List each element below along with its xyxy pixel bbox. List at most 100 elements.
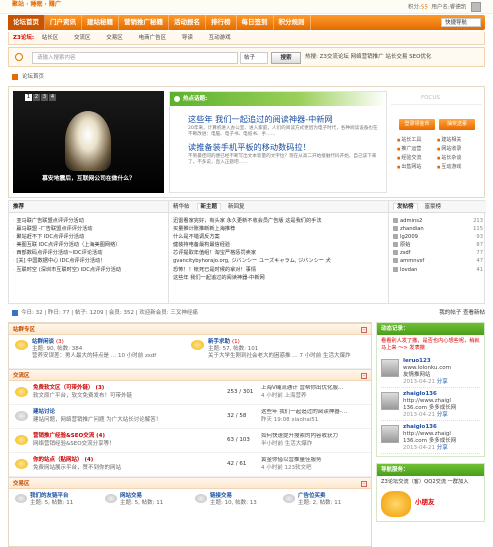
feed-user[interactable]: Ieruo123 <box>403 358 431 365</box>
post-item[interactable]: 什么是不错调反方案 <box>173 233 388 241</box>
subnav-item[interactable]: 导读 <box>182 35 193 41</box>
feed-tag[interactable]: 分享 <box>437 412 448 418</box>
collapse-icon[interactable]: − <box>361 481 367 487</box>
feed-entry[interactable]: Ieruo123 www.lolonku.com 友情推网站 2013-04-2… <box>381 357 480 388</box>
avatar[interactable] <box>381 359 399 377</box>
login-coins-button[interactable]: 登录领金币 <box>399 119 435 130</box>
nav-item-signin[interactable]: 每日签到 <box>237 15 274 30</box>
last-post-title[interactable]: 这些年 我们一起追过的阅读神器-… <box>261 409 371 416</box>
search-input[interactable]: 请输入搜索内容 <box>32 52 238 64</box>
site-logo[interactable]: 聚站 · 睡眠 · 赚广 <box>12 1 61 9</box>
forum-board[interactable]: 站群闲谈 (3) 主题: 90, 帖数: 384 营养安误差：男人最大的特点是 … <box>15 339 185 360</box>
post-item[interactable]: 恐怖！！帐死已是时候的拿对！事情 <box>173 266 388 274</box>
last-post-meta[interactable]: 4 小时前 上海营养 <box>261 393 307 400</box>
hot-search-links[interactable]: 热搜: Z3交流论坛 网络营销推广 站长交易 SEO优化 <box>305 54 431 61</box>
collapse-icon[interactable]: − <box>361 373 367 379</box>
ranking-item[interactable]: admins2 213 <box>393 217 486 225</box>
tab-post-ranking[interactable]: 发帖榜 <box>393 203 418 210</box>
board-name[interactable]: 网站交易 <box>120 493 193 500</box>
category-header[interactable]: 交流区 − <box>9 369 371 381</box>
slider-page[interactable]: 2 <box>33 94 40 101</box>
category-header[interactable]: 交易区 − <box>9 477 371 489</box>
board-name[interactable]: 建站讨论 <box>33 409 55 416</box>
focus-link[interactable]: 站长杂谈 <box>437 154 477 163</box>
forum-board[interactable]: 网站交易 主题: 5, 帖数: 11 <box>105 493 193 507</box>
feed-user[interactable]: zhaiglo136 <box>403 391 437 398</box>
post-item[interactable]: 这些年 我们一起追过的阅读神器-中新网 <box>173 274 388 282</box>
ranking-item[interactable]: 原始 87 <box>393 241 486 249</box>
last-post-meta[interactable]: 4 小时前 123软文吧 <box>261 465 312 472</box>
feed-text[interactable]: http://www.zhaigl <box>403 431 483 438</box>
search-scope-select[interactable]: 帖子 <box>240 52 268 64</box>
forum-board[interactable]: 我们的友链平台 主题: 5, 帖数: 11 <box>15 493 103 507</box>
nav-item-build[interactable]: 建站秘籍 <box>82 15 119 30</box>
post-item[interactable]: 买量推计账推断新上海推荐 <box>173 225 388 233</box>
focus-link[interactable]: 网站收录 <box>437 145 477 154</box>
ranking-item[interactable]: zhandian 115 <box>393 225 486 233</box>
ranking-user[interactable]: admins2 <box>400 218 422 224</box>
breadcrumb-home[interactable]: 论坛首页 <box>22 74 44 80</box>
tab-new-topics[interactable]: 新主题 <box>196 203 222 210</box>
subnav-item[interactable]: 站长区 <box>42 35 59 41</box>
forum-board[interactable]: 新手求助 (1) 主题: 57, 帖数: 101 关于大学生刚到社会老大的困惑推… <box>191 339 361 360</box>
forum-board[interactable]: 链接交易 主题: 10, 帖数: 13 <box>195 493 283 507</box>
slider-page[interactable]: 4 <box>49 94 56 101</box>
recommend-item[interactable]: 聚站赶不下 IDC点评评分活动 <box>13 233 168 241</box>
nav-item-marketing[interactable]: 营销推广秘籍 <box>119 15 169 30</box>
tab-rich-ranking[interactable]: 富豪榜 <box>425 204 442 210</box>
nav-item-rules[interactable]: 积分规则 <box>274 15 311 30</box>
my-posts-links[interactable]: 我的帖子 查看新帖 <box>439 308 485 319</box>
feed-user[interactable]: zhaiglo136 <box>403 424 437 431</box>
ranking-user[interactable]: 原始 <box>400 242 410 248</box>
ranking-user[interactable]: ammnvsf <box>400 258 424 264</box>
focus-link[interactable]: 出售网站 <box>397 163 437 172</box>
feed-tag[interactable]: 分享 <box>437 379 448 385</box>
avatar[interactable] <box>381 425 399 443</box>
slider-caption[interactable]: 慕安地震后，互联网公司在做什么？ <box>13 176 164 183</box>
ranking-user[interactable]: lovdan <box>400 267 417 273</box>
forum-board[interactable]: 广告位买卖 主题: 2, 帖数: 11 <box>283 493 371 507</box>
recommend-item[interactable]: 互联时空 (深圳市互联时空) IDC点评评分活动 <box>13 266 168 274</box>
feed-entry[interactable]: zhaiglo136 http://www.zhaigl 136.com 多多成… <box>381 390 480 421</box>
ranking-item[interactable]: lovdan 41 <box>393 266 486 274</box>
last-post-title[interactable]: 如何快速提升搜索的内容收获力 <box>261 433 371 440</box>
ranking-user[interactable]: zhandian <box>400 226 424 232</box>
post-item[interactable]: 迅雷看家完好，有头家 永久更新不收会员广告版 这是我们的手法 <box>173 217 388 225</box>
quick-nav-select[interactable]: 快捷导航 <box>441 18 481 27</box>
subnav-item[interactable]: 交易区 <box>106 35 123 41</box>
subnav-item[interactable]: 交流区 <box>74 35 91 41</box>
post-item[interactable]: 健装持电备最构最信经验 <box>173 241 388 249</box>
feed-entry[interactable]: zhaiglo136 http://www.zhaigl 136.com 多多成… <box>381 423 480 454</box>
recommend-item[interactable]: 西部数码点评评分活动~IDC评论活动 <box>13 249 168 257</box>
last-post-title[interactable]: 上海V绳流通计 营帮你出优化服… <box>261 385 371 392</box>
image-slider[interactable]: 1234 慕安地震后，互联网公司在做什么？ <box>13 91 164 193</box>
recommend-item[interactable]: 赢马联盟 -厂告联盟点评评分活动 <box>13 225 168 233</box>
forum-row[interactable]: 营销推广经验&SEO交流 (4) 网络营销经验&SEO交流分享等！ 63 / 1… <box>9 429 371 453</box>
forum-row[interactable]: 你的站点（贴网站） (4) 免费网站展示平台，赞不到你的网站 42 / 61 黄… <box>9 453 371 477</box>
board-name[interactable]: 链接交易 <box>210 493 283 500</box>
lottery-button[interactable]: 抽奖送豪 <box>439 119 475 130</box>
focus-link[interactable]: 站长工具 <box>397 136 437 145</box>
hot-topic-title[interactable]: 读推备装手机平板的移动数码拉！ <box>188 142 386 152</box>
board-last-post[interactable]: 关于大学生刚到社会老大的困惑推 … 7 小时前 生活大爆炸 <box>208 353 361 360</box>
ranking-item[interactable]: ammnvsf 47 <box>393 257 486 265</box>
recommend-item[interactable]: [关] 中国数据中心 IDC点评评分活动！ <box>13 257 168 265</box>
forum-row[interactable]: 免费软文区（可带外链） (3) 软文原广平台，软文免费发布！可带外链 253 /… <box>9 381 371 405</box>
username[interactable]: 睿德凯 <box>450 5 467 11</box>
focus-link[interactable]: 互动游戏 <box>437 163 477 172</box>
board-name[interactable]: 营销推广经验&SEO交流 (4) <box>33 433 105 440</box>
avatar[interactable] <box>381 392 399 410</box>
slider-page[interactable]: 1 <box>25 94 32 101</box>
search-button[interactable]: 搜索 <box>271 52 301 64</box>
hot-topic-title[interactable]: 这些年 我们一起追过的阅读神器-中新网 <box>188 114 386 124</box>
post-item[interactable]: gvancitybyhorajo.org, ジバンシー ユーズキャラム, ジバン… <box>173 257 388 265</box>
slider-page[interactable]: 3 <box>41 94 48 101</box>
tab-new-replies[interactable]: 新回复 <box>228 204 245 210</box>
ranking-user[interactable]: zsdf <box>400 250 411 256</box>
subnav-item[interactable]: 电商广告区 <box>139 35 167 41</box>
feed-text[interactable]: http://www.zhaigl <box>403 398 483 405</box>
board-name[interactable]: 免费软文区（可带外链） (3) <box>33 385 104 392</box>
feed-tag[interactable]: 分享 <box>437 445 448 451</box>
recommend-item[interactable]: 美图互联 IDC点评评分活动（上海美图网络） <box>13 241 168 249</box>
board-name[interactable]: 你的站点（贴网站） (4) <box>33 457 93 464</box>
